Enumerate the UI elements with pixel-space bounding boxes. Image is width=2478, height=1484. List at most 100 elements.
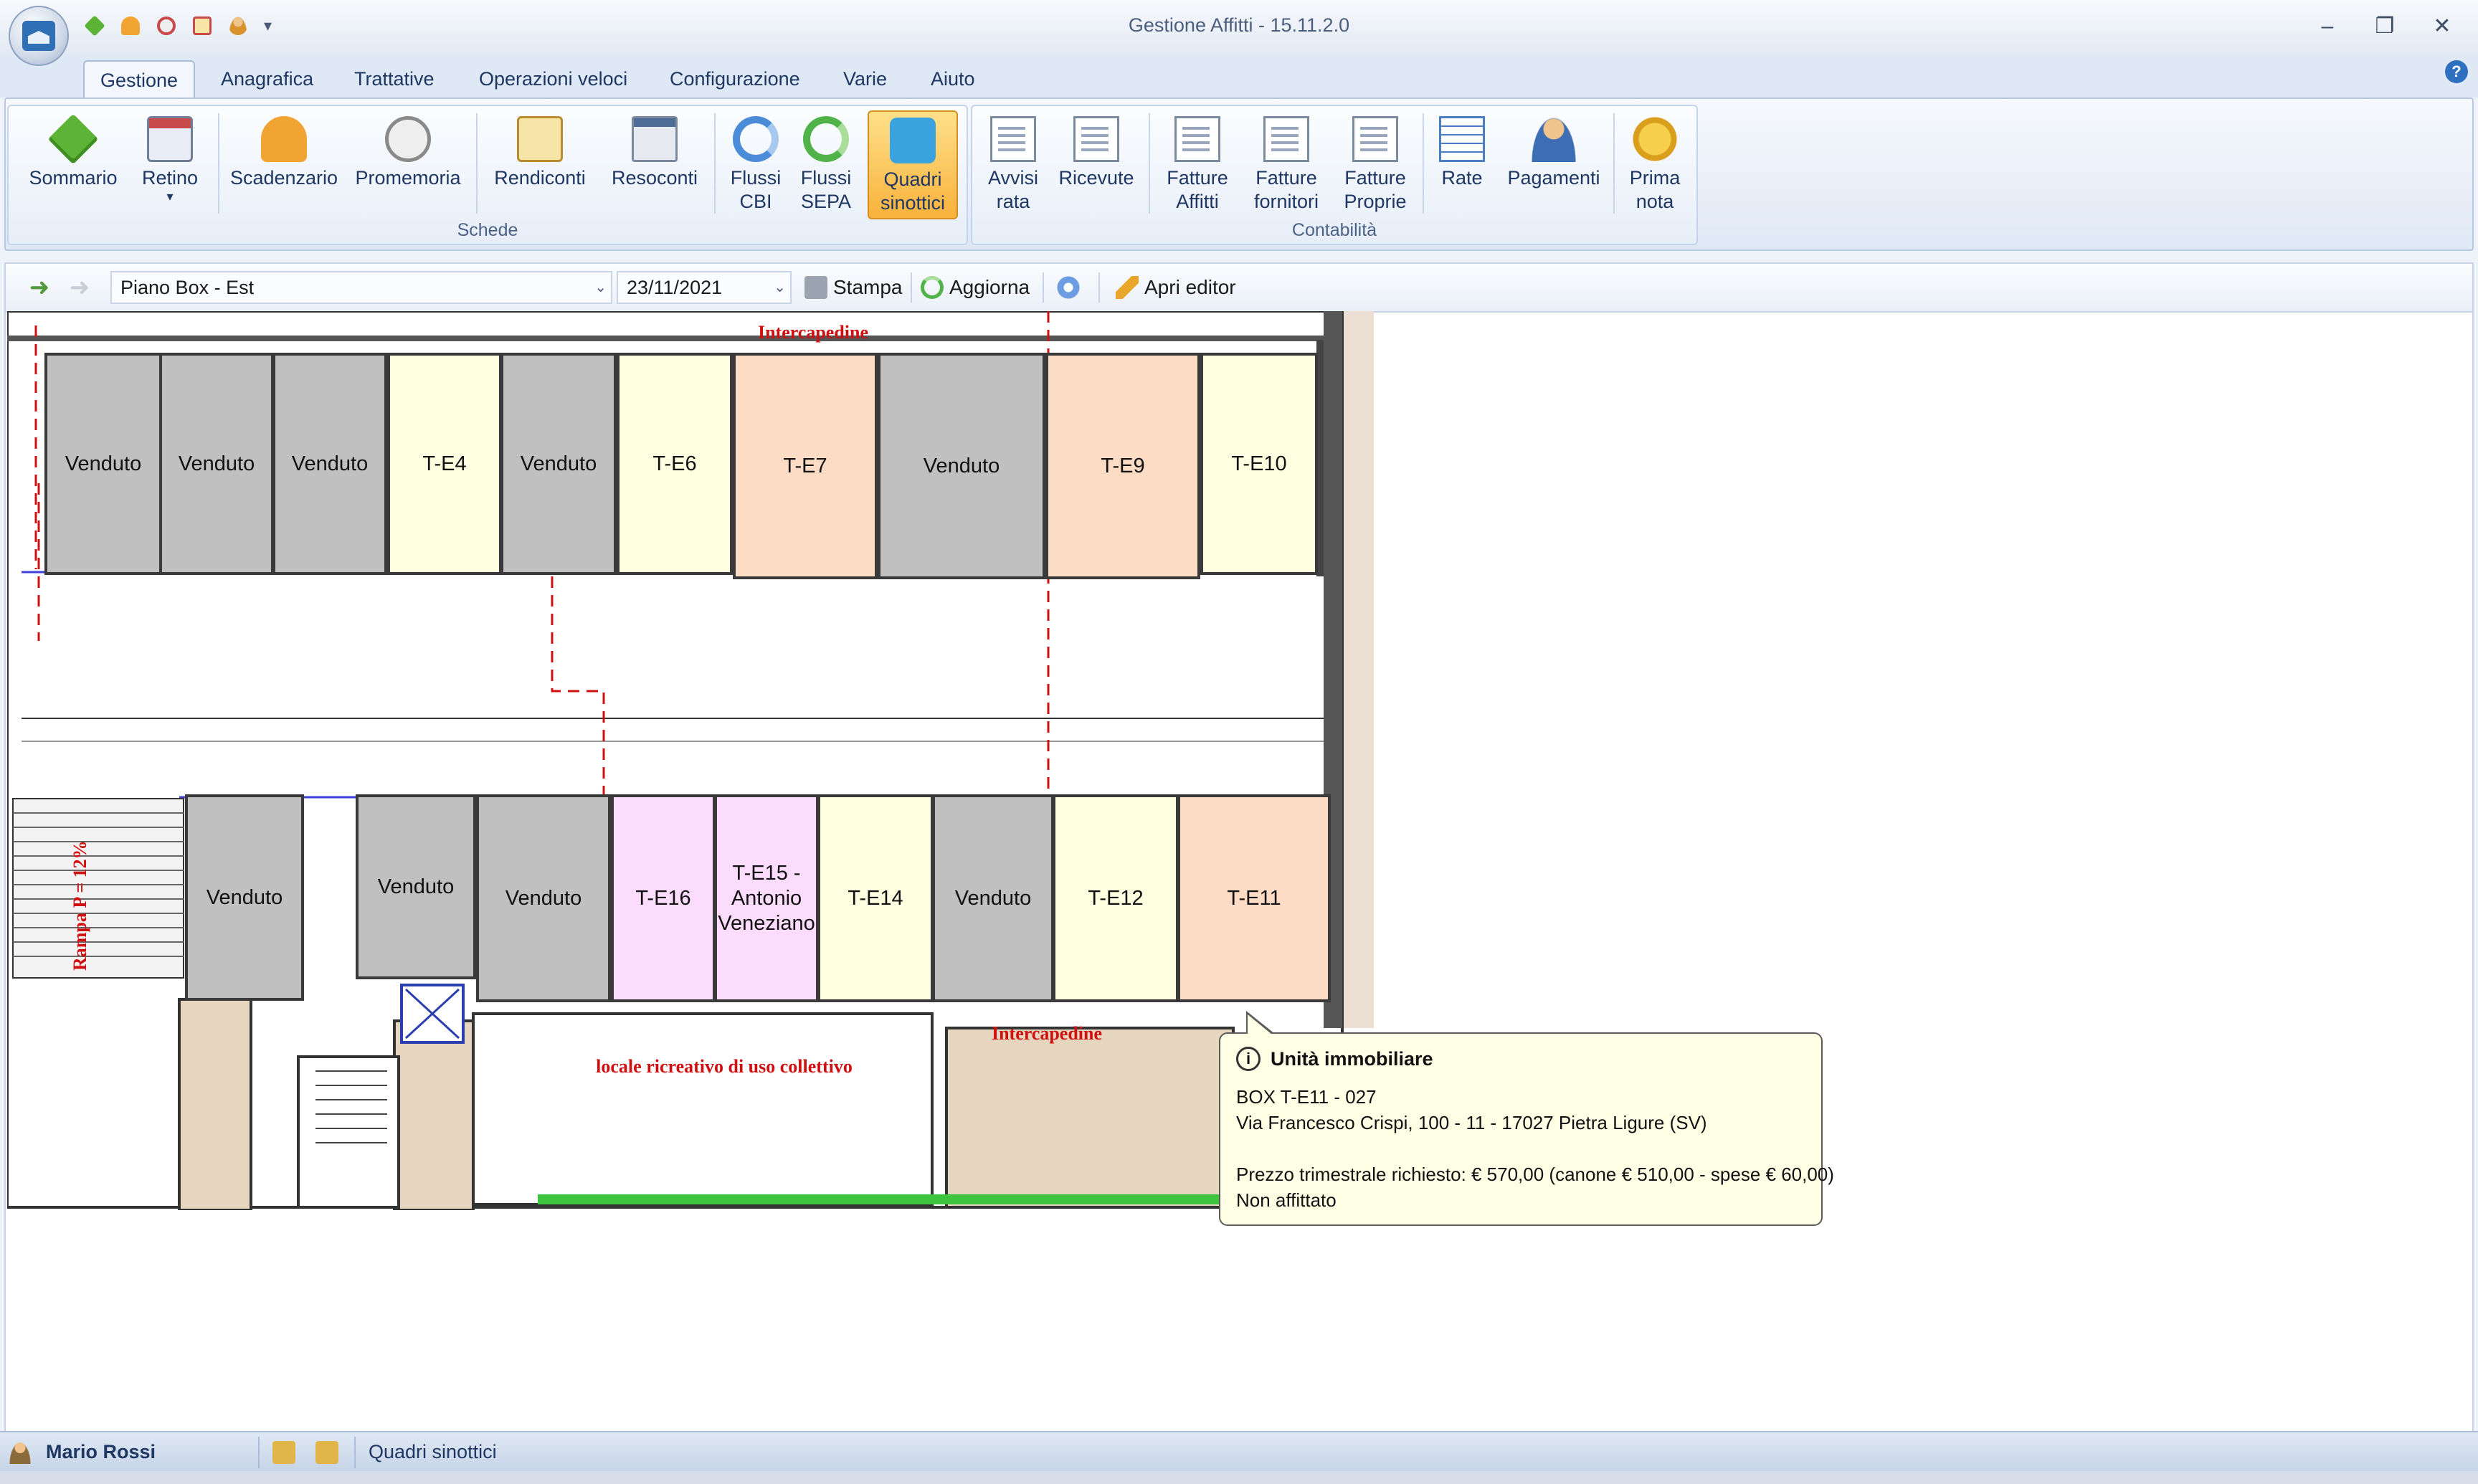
unit-top-2[interactable]: Venduto [159, 353, 274, 575]
unit-top-8[interactable]: Venduto [878, 353, 1045, 579]
lock-icon[interactable] [272, 1441, 295, 1464]
pillar-block [178, 998, 252, 1210]
pencil-icon [1116, 276, 1139, 299]
sommario-button[interactable]: Sommario [23, 110, 123, 219]
rendiconti-button[interactable]: Rendiconti [486, 110, 594, 219]
chevron-down-icon: ⌄ [594, 280, 607, 295]
tooltip-address: Via Francesco Crispi, 100 - 11 - 17027 P… [1236, 1112, 1707, 1133]
prima-nota-label1: Prima [1629, 167, 1681, 189]
back-arrow-icon[interactable]: ➜ [26, 274, 53, 301]
forward-arrow-icon[interactable]: ➜ [66, 274, 93, 301]
recreation-room [472, 1012, 934, 1206]
retino-button[interactable]: Retino ▾ [130, 110, 209, 219]
bell-alert-icon [261, 116, 307, 162]
ribbon-separator [1423, 113, 1424, 214]
help-icon[interactable]: ? [2445, 60, 2468, 83]
ricevute-button[interactable]: Ricevute [1050, 110, 1143, 219]
unit-bottom-7[interactable]: Venduto [932, 794, 1054, 1002]
retino-dropdown-icon: ▾ [166, 189, 174, 204]
pillar-block [393, 1019, 475, 1210]
flussi-sepa-button[interactable]: Flussi SEPA [792, 110, 860, 219]
fatture-proprie-button[interactable]: Fatture Proprie [1334, 110, 1417, 219]
tab-varie[interactable]: Varie [827, 60, 903, 97]
ribbon-separator [1149, 113, 1150, 214]
avvisi-rata-label2: rata [996, 191, 1030, 212]
unit-te11[interactable]: T-E11 [1177, 794, 1331, 1002]
tab-anagrafica[interactable]: Anagrafica [205, 60, 329, 97]
puzzle-icon [890, 118, 936, 163]
blue-flow-icon [733, 116, 779, 162]
unit-te14[interactable]: T-E14 [817, 794, 934, 1002]
scadenzario-button[interactable]: Scadenzario [227, 110, 341, 219]
coin-icon [1632, 116, 1678, 162]
receipt-icon [1073, 116, 1119, 162]
bottom-strip [0, 1471, 2478, 1484]
close-button[interactable]: ✕ [2413, 9, 2471, 44]
invoice-rent-icon [1174, 116, 1220, 162]
flussi-cbi-button[interactable]: Flussi CBI [721, 110, 790, 219]
unit-te7[interactable]: T-E7 [733, 353, 878, 579]
top-wall [7, 336, 1324, 341]
pagamenti-button[interactable]: Pagamenti [1500, 110, 1608, 219]
floor-plan[interactable]: Intercapedine Intercapedine locale ricre… [7, 311, 1374, 1210]
unit-bottom-3[interactable]: Venduto [476, 794, 611, 1002]
plan-select[interactable]: Piano Box - Est ⌄ [110, 271, 612, 304]
locale-label: locale ricreativo di uso collettivo [596, 1056, 853, 1077]
unit-top-5[interactable]: Venduto [500, 353, 617, 575]
promemoria-button[interactable]: Promemoria [348, 110, 467, 219]
tab-aiuto[interactable]: Aiuto [915, 60, 991, 97]
date-picker[interactable]: 23/11/2021 ⌄ [617, 271, 792, 304]
unit-te16[interactable]: T-E16 [611, 794, 716, 1002]
invoice-own-icon [1352, 116, 1398, 162]
ribbon-separator [218, 113, 219, 214]
info-button[interactable] [1057, 271, 1080, 304]
unit-te12[interactable]: T-E12 [1053, 794, 1179, 1002]
ramp-hatch [12, 798, 184, 979]
table-grid-icon [1439, 116, 1485, 162]
resoconti-button[interactable]: Resoconti [601, 110, 708, 219]
tab-gestione[interactable]: Gestione [83, 60, 196, 97]
status-separator [354, 1437, 356, 1468]
notice-doc-icon [990, 116, 1036, 162]
refresh-button[interactable]: Aggiorna [921, 271, 1030, 304]
rate-button[interactable]: Rate [1430, 110, 1494, 219]
resoconti-label: Resoconti [611, 167, 698, 189]
app-menu-button[interactable] [9, 6, 69, 66]
wall-texture [1342, 311, 1374, 1028]
unit-top-1[interactable]: Venduto [44, 353, 162, 575]
ribbon-separator [476, 113, 478, 214]
prima-nota-button[interactable]: Prima nota [1620, 110, 1689, 219]
fatture-fornitori-button[interactable]: Fatture fornitori [1243, 110, 1329, 219]
tooltip-title: i Unità immobiliare [1236, 1047, 1805, 1071]
open-editor-label: Apri editor [1144, 276, 1236, 298]
minimize-button[interactable]: – [2299, 9, 2356, 44]
unit-te6[interactable]: T-E6 [617, 353, 733, 575]
print-button[interactable]: Stampa [804, 271, 903, 304]
invoice-supplier-icon [1263, 116, 1309, 162]
avvisi-rata-button[interactable]: Avvisi rata [981, 110, 1045, 219]
group-schede-label: Schede [457, 220, 518, 240]
tab-operazioni-veloci[interactable]: Operazioni veloci [463, 60, 643, 97]
unit-top-3[interactable]: Venduto [272, 353, 387, 575]
unit-te15[interactable]: T-E15 - Antonio Veneziano [714, 794, 819, 1002]
unit-te4[interactable]: T-E4 [387, 353, 502, 575]
unlock-icon[interactable] [315, 1441, 338, 1464]
sommario-label: Sommario [29, 167, 118, 189]
unit-te9[interactable]: T-E9 [1045, 353, 1200, 579]
tab-configurazione[interactable]: Configurazione [654, 60, 816, 97]
toolbar-separator [1043, 272, 1044, 303]
green-flow-icon [803, 116, 849, 162]
unit-te10[interactable]: T-E10 [1200, 353, 1318, 575]
quadri-sinottici-label2: sinottici [880, 192, 946, 214]
flussi-sepa-label1: Flussi [800, 167, 852, 189]
open-editor-button[interactable]: Apri editor [1116, 271, 1236, 304]
restore-button[interactable]: ❐ [2356, 9, 2413, 44]
fatture-affitti-button[interactable]: Fatture Affitti [1157, 110, 1238, 219]
quadri-sinottici-button[interactable]: Quadri sinottici [868, 110, 958, 219]
tab-trattative[interactable]: Trattative [338, 60, 450, 97]
print-label: Stampa [833, 276, 903, 298]
clipboard-icon [517, 116, 563, 162]
unit-bottom-2[interactable]: Venduto [356, 794, 476, 979]
unit-bottom-1[interactable]: Venduto [185, 794, 304, 1001]
alarm-clock-icon [385, 116, 431, 162]
